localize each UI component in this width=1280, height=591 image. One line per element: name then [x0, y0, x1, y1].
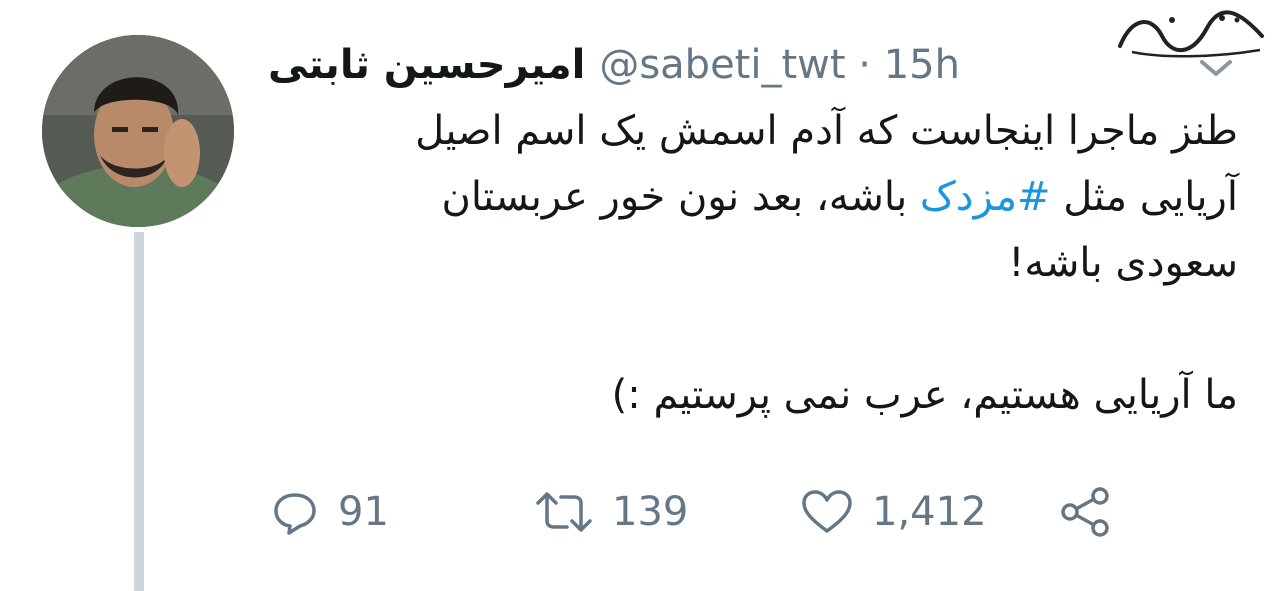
share-button[interactable] — [1058, 480, 1114, 544]
tweet-timestamp[interactable]: 15h — [884, 42, 960, 88]
retweet-icon — [536, 492, 592, 532]
handle-and-time: @sabeti_twt · 15h — [599, 42, 960, 88]
tweet-line-2-start: آریایی مثل — [1050, 174, 1238, 220]
display-name[interactable]: امیرحسین ثابتی — [268, 42, 585, 88]
tweet-line-5: ما آریایی هستیم، عرب نمی پرستیم :) — [611, 372, 1238, 418]
like-count: 1,412 — [872, 489, 987, 535]
share-icon — [1061, 487, 1109, 537]
retweet-button[interactable]: 139 — [534, 480, 688, 544]
heart-icon — [802, 490, 852, 533]
tweet-line-2-end: باشه، بعد نون خور عربستان — [441, 174, 920, 220]
like-button[interactable]: 1,412 — [800, 480, 987, 544]
reply-count: 91 — [338, 489, 389, 535]
user-handle[interactable]: @sabeti_twt — [599, 42, 845, 88]
tweet-screenshot: امیرحسین ثابتی @sabeti_twt · 15h طنز ماج… — [0, 0, 1280, 591]
profile-photo — [42, 35, 234, 227]
tweet-line-2: آریایی مثل #مزدک باشه، بعد نون خور عربست… — [268, 164, 1238, 230]
retweet-count: 139 — [612, 489, 689, 535]
reply-button[interactable]: 91 — [270, 480, 389, 544]
chevron-down-icon[interactable] — [1192, 52, 1240, 82]
tweet-actions: 91 139 1,412 — [270, 480, 1170, 544]
reply-icon — [274, 493, 316, 535]
tweet-header: امیرحسین ثابتی @sabeti_twt · 15h — [268, 35, 1068, 95]
tweet-body: طنز ماجرا اینجاست که آدم اسمش یک اسم اصی… — [268, 98, 1238, 428]
separator-dot: · — [858, 42, 871, 88]
avatar[interactable] — [42, 35, 234, 227]
hashtag-link[interactable]: #مزدک — [920, 174, 1051, 220]
tweet-line-1: طنز ماجرا اینجاست که آدم اسمش یک اسم اصی… — [415, 108, 1238, 154]
tweet-line-3: سعودی باشه! — [1008, 240, 1238, 286]
thread-connector-line — [134, 232, 144, 591]
